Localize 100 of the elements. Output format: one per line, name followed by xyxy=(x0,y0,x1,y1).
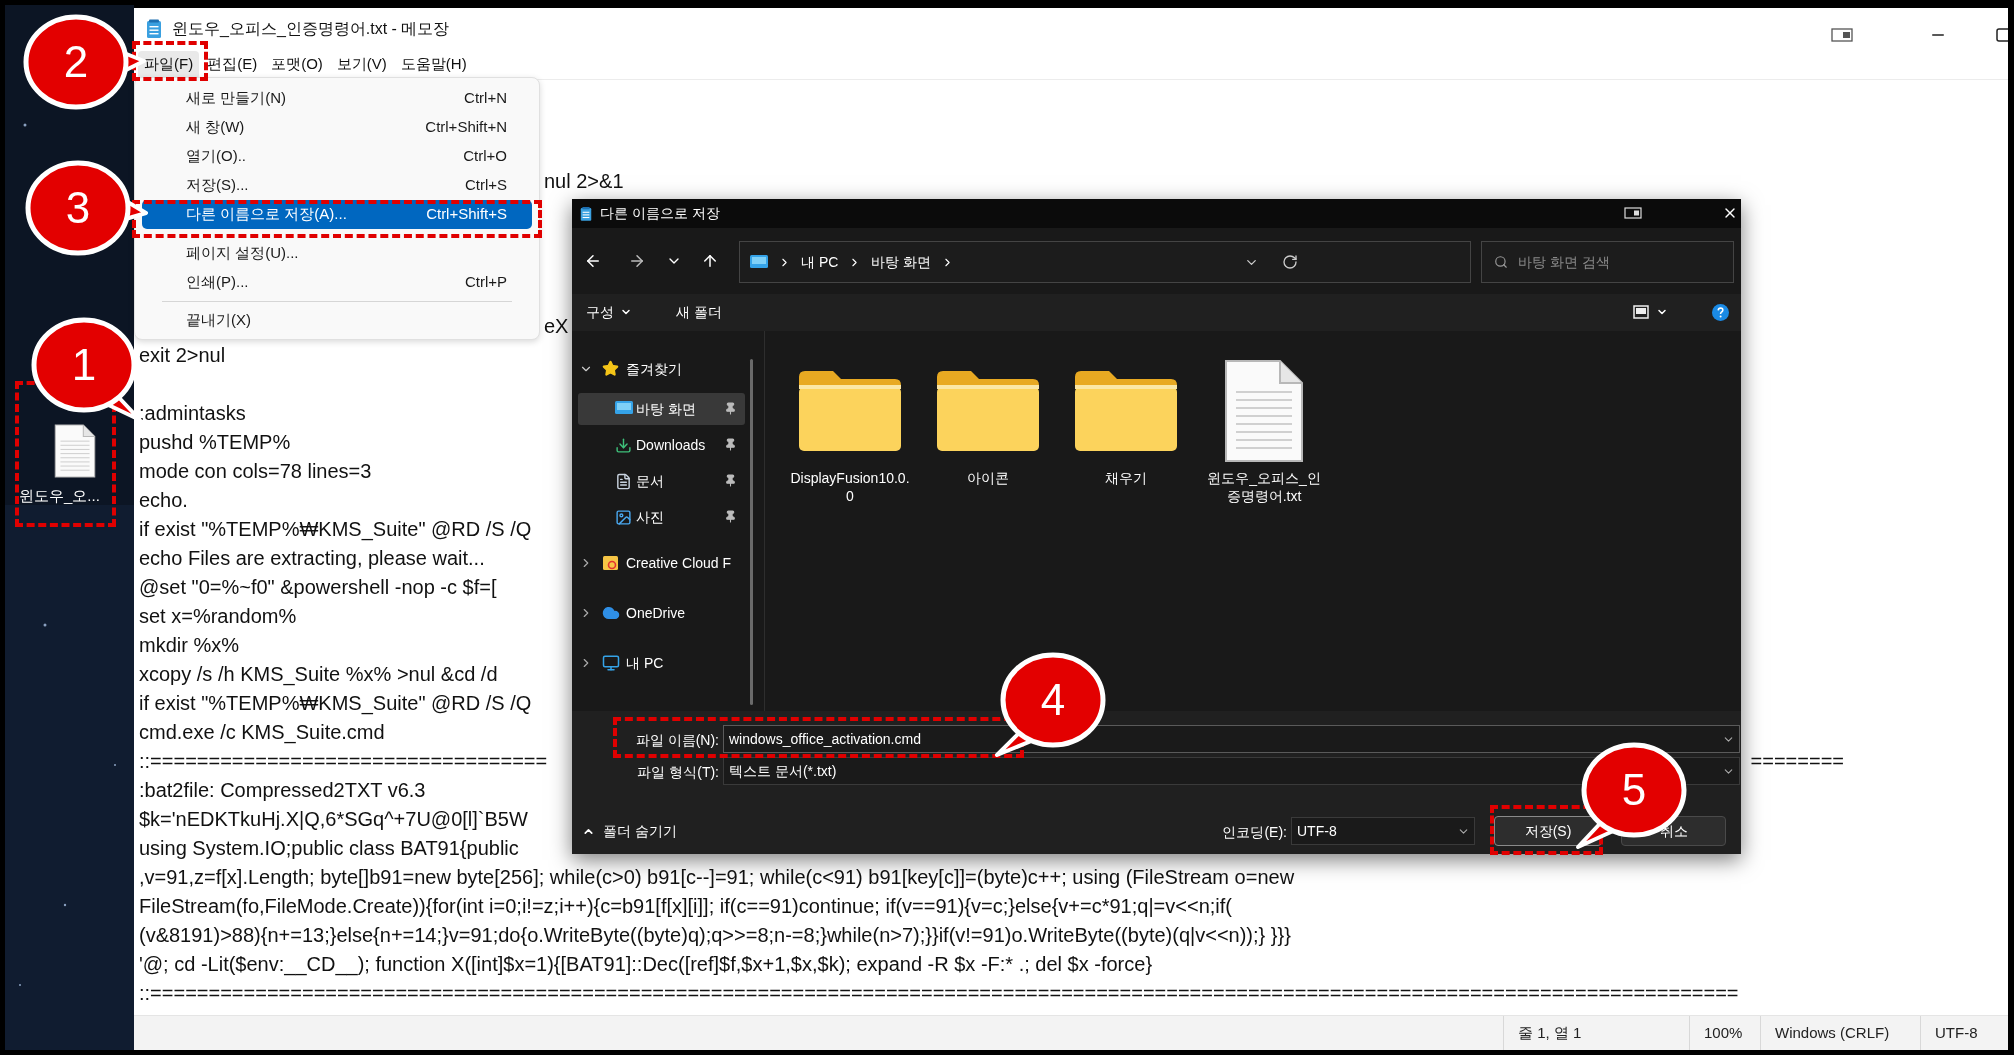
text-line: if exist "%TEMP%₩KMS_Suite" @RD /S /Q xyxy=(139,517,532,543)
filename-field[interactable]: windows_office_activation.cmd xyxy=(723,725,1740,753)
search-field[interactable]: 바탕 화면 검색 xyxy=(1481,241,1734,283)
nav-item[interactable]: 바탕 화면 xyxy=(578,393,745,425)
text-line: eX xyxy=(544,314,569,339)
shortcut-text: Ctrl+Shift+N xyxy=(425,117,507,138)
text-line: xcopy /s /h KMS_Suite %x% >nul &cd /d xyxy=(139,662,498,688)
text-line: @set "0=%~f0" &powershell -nop -c $f=[ xyxy=(139,575,497,600)
scrollbar[interactable] xyxy=(750,359,753,705)
menu-item[interactable]: 열기(O).. Ctrl+O xyxy=(142,142,532,171)
download-icon xyxy=(615,437,632,454)
nav-group[interactable]: 내 PC xyxy=(572,643,764,683)
encoding-value: UTF-8 xyxy=(1297,821,1337,841)
text-line: pushd %TEMP% xyxy=(139,430,291,455)
status-text: 줄 1, 열 1 xyxy=(1503,1016,1689,1050)
nav-group[interactable]: OneDrive xyxy=(572,593,764,633)
menu-item[interactable]: 도움말(H) xyxy=(394,50,473,79)
menu-item-label: 열기(O).. xyxy=(186,146,246,167)
menu-item[interactable]: 편집(E) xyxy=(201,50,264,79)
folder-icon xyxy=(797,369,903,453)
cloud-icon xyxy=(602,604,620,622)
picture-icon xyxy=(615,509,632,526)
nav-label: 사진 xyxy=(636,508,664,527)
document-icon xyxy=(1224,359,1304,463)
status-text: Windows (CRLF) xyxy=(1760,1016,1920,1050)
text-line: set x=%random% xyxy=(139,604,297,629)
filename-value: windows_office_activation.cmd xyxy=(729,729,921,749)
shortcut-text: Ctrl+P xyxy=(464,272,507,293)
view-icon[interactable] xyxy=(1633,305,1649,319)
filetype-value: 텍스트 문서(*.txt) xyxy=(729,761,837,781)
file-item[interactable]: DisplayFusion10.0.0 xyxy=(785,357,915,505)
folder-icon xyxy=(1073,369,1179,453)
menu-item-label: 새 창(W) xyxy=(186,117,245,138)
nav-item[interactable]: 문서 xyxy=(578,465,745,497)
text-line: echo Files are extracting, please wait... xyxy=(139,546,485,571)
field-label: 파일 이름(N): xyxy=(635,731,719,750)
menu-item[interactable]: 페이지 설정(U)... xyxy=(142,239,532,268)
text-line: FileStream(fo,FileMode.Create)){for(int i=0;i!=z;i++){c=b91[f[x][i]]; if(c==91)continue; if(v==91){v=c;}else{v+=c*91;q|=v<<n;if( xyxy=(139,894,1232,919)
refresh-icon[interactable] xyxy=(1282,254,1298,270)
breadcrumb-item[interactable]: 바탕 화면 xyxy=(871,251,932,273)
file-item[interactable]: 윈도우_오피스_인증명령어.txt xyxy=(1199,357,1329,505)
hide-folders-button[interactable]: 폴더 숨기기 xyxy=(578,817,681,845)
file-item[interactable]: 아이콘 xyxy=(923,357,1053,487)
maximize-icon[interactable] xyxy=(1996,28,2008,42)
menu-item[interactable]: 저장(S)... Ctrl+S xyxy=(142,171,532,200)
menu-item-label: 다른 이름으로 저장(A)... xyxy=(186,204,347,225)
status-text: UTF-8 xyxy=(1920,1016,2008,1050)
shortcut-text: Ctrl+N xyxy=(464,88,507,109)
nav-item[interactable]: Downloads xyxy=(578,429,745,461)
dialog-title: 다른 이름으로 저장 xyxy=(600,204,720,223)
text-line: mode con cols=78 lines=3 xyxy=(139,459,372,484)
status-text: 100% xyxy=(1689,1016,1760,1050)
desktop-icon xyxy=(750,255,768,269)
forward-icon[interactable] xyxy=(628,252,646,270)
file-name: 채우기 xyxy=(1104,469,1148,487)
menu-item[interactable]: 다른 이름으로 저장(A)... Ctrl+Shift+S xyxy=(142,200,532,229)
up-icon[interactable] xyxy=(701,252,719,270)
field-label: 인코딩(E): xyxy=(1222,823,1287,842)
file-name: 아이콘 xyxy=(966,469,1010,487)
menu-item[interactable]: 인쇄(P)... Ctrl+P xyxy=(142,268,532,297)
menu-item[interactable]: 파일(F) xyxy=(138,50,200,79)
notepad-icon xyxy=(580,205,592,222)
address-bar[interactable]: 내 PC 바탕 화면 xyxy=(739,241,1471,283)
monitor-icon xyxy=(602,654,620,672)
nav-label: 문서 xyxy=(636,472,664,491)
file-item[interactable]: 채우기 xyxy=(1061,357,1191,487)
nav-group[interactable]: Creative Cloud F xyxy=(572,543,764,583)
nav-label: 즐겨찾기 xyxy=(626,360,682,379)
menu-item-label: 저장(S)... xyxy=(186,175,249,196)
text-line: (v&8191)>88){n+=13;}else{n+=14;}v=91;do{o.WriteByte((byte)q);q>>=8;n-=8;}while(n>7);}}if(v!=91)o.WriteByte((byte)(q|v<<n));} }}} xyxy=(139,923,1291,948)
nav-label: Creative Cloud F xyxy=(626,554,732,573)
text-line: $k='nEDKTkuHj.X|Q,6*SGq^+7U@0[l]`B5W xyxy=(139,807,528,832)
breadcrumb-item[interactable]: 내 PC xyxy=(801,251,839,273)
text-line: cmd.exe /c KMS_Suite.cmd xyxy=(139,720,385,746)
folder-icon xyxy=(602,554,619,571)
help-icon[interactable] xyxy=(1712,304,1729,321)
desktop-icon xyxy=(615,401,633,415)
text-line: ======== xyxy=(1750,749,1844,774)
snap-layout-icon xyxy=(1624,207,1642,219)
menu-item[interactable]: 새 창(W) Ctrl+Shift+N xyxy=(142,113,532,142)
field-label: 파일 형식(T): xyxy=(637,763,719,782)
new-folder-button[interactable]: 새 폴더 xyxy=(672,298,726,326)
encoding-select[interactable]: UTF-8 xyxy=(1291,817,1475,845)
menu-item[interactable]: 새로 만들기(N) Ctrl+N xyxy=(142,84,532,113)
shortcut-text: Ctrl+Shift+S xyxy=(426,204,507,225)
menu-item[interactable]: 끝내기(X) xyxy=(142,306,532,335)
nav-item[interactable]: 사진 xyxy=(578,501,745,533)
text-line: :bat2file: Compressed2TXT v6.3 xyxy=(139,778,426,803)
file-name: DisplayFusion10.0.0 xyxy=(789,469,911,505)
nav-group[interactable]: 즐겨찾기 xyxy=(572,349,764,389)
organize-button[interactable]: 구성 xyxy=(582,298,636,326)
back-icon[interactable] xyxy=(584,252,602,270)
file-name: 윈도우_오피스_인증명령어.txt xyxy=(1206,469,1322,505)
text-line: mkdir %x% xyxy=(139,633,239,658)
menu-item[interactable]: 포맷(O) xyxy=(265,50,329,79)
text-line: ::======================================================================================================================================== xyxy=(139,981,1739,1006)
menu-item-label: 인쇄(P)... xyxy=(186,272,249,293)
menu-item[interactable]: 보기(V) xyxy=(330,50,393,79)
snap-layout-icon xyxy=(1831,28,1853,42)
search-icon xyxy=(1494,255,1508,269)
